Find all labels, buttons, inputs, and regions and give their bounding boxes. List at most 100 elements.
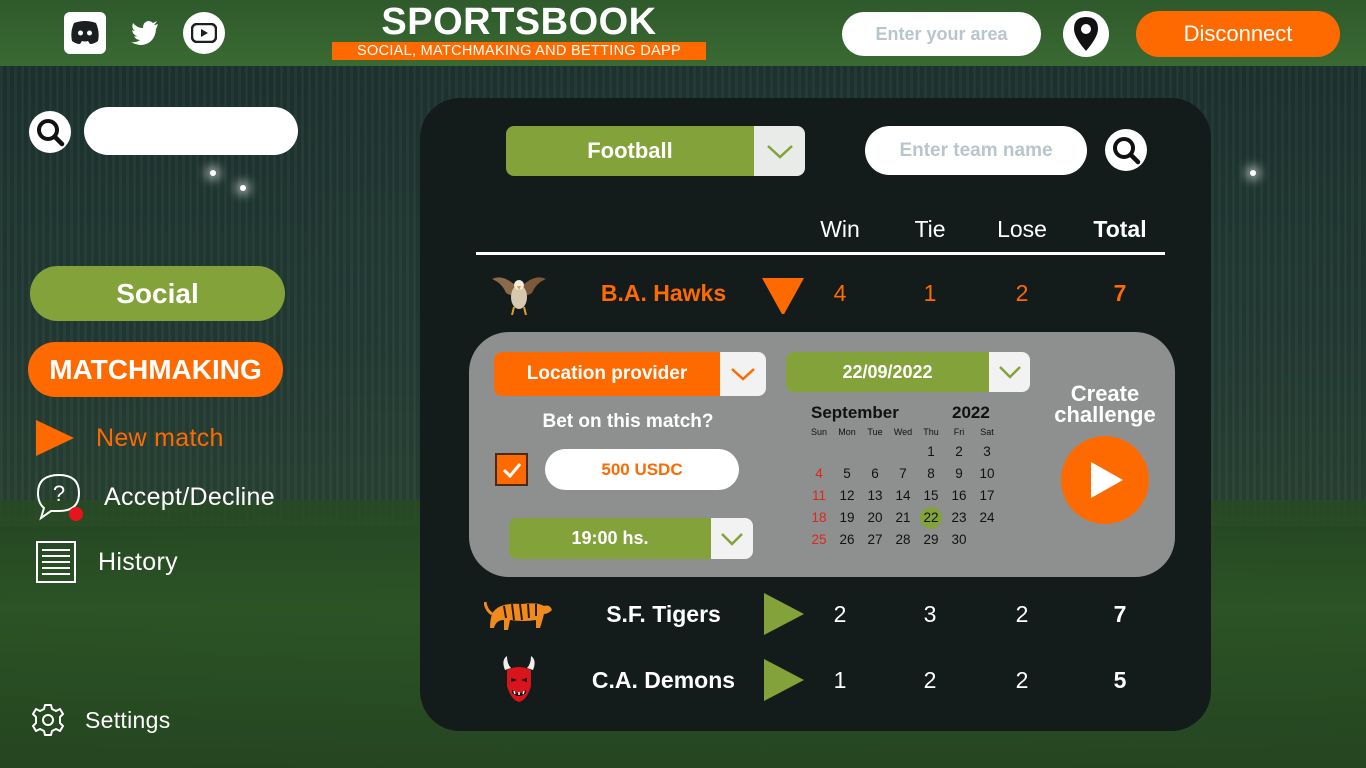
table-row[interactable]: C.A. Demons 1 2 2 5	[476, 655, 1165, 705]
team-name[interactable]: B.A. Hawks	[566, 268, 761, 318]
calendar-year: 2022	[952, 403, 990, 422]
chevron-down-icon[interactable]	[754, 126, 805, 176]
calendar-day[interactable]: 29	[917, 529, 945, 551]
check-icon	[502, 462, 521, 478]
settings-button[interactable]: Settings	[31, 703, 171, 737]
sidebar-item-label: History	[98, 547, 178, 576]
calendar-day[interactable]: 5	[833, 463, 861, 485]
win-count: 4	[833, 280, 847, 306]
calendar-week: 25 26 27 28 29 30	[805, 529, 1002, 551]
brand-subtitle: SOCIAL, MATCHMAKING AND BETTING DAPP	[332, 42, 706, 60]
calendar-day[interactable]: 21	[889, 507, 917, 529]
lose-count: 2	[1015, 601, 1029, 627]
discord-icon[interactable]	[64, 12, 106, 54]
sidebar-search-input[interactable]	[84, 107, 298, 155]
calendar-day[interactable]: 9	[945, 463, 973, 485]
calendar-day[interactable]: 14	[889, 485, 917, 507]
calendar-day[interactable]: 7	[889, 463, 917, 485]
youtube-icon[interactable]	[183, 12, 225, 54]
calendar-day[interactable]: 30	[945, 529, 973, 551]
lose-count: 2	[1015, 280, 1029, 306]
chevron-down-icon[interactable]	[989, 352, 1030, 392]
demon-logo	[484, 655, 554, 705]
calendar-day[interactable]: 20	[861, 507, 889, 529]
chevron-down-icon[interactable]	[711, 518, 753, 559]
calendar-week: 18 19 20 21 22 23 24	[805, 507, 1002, 529]
calendar-day	[889, 441, 917, 463]
calendar-day	[805, 441, 833, 463]
chevron-down-icon[interactable]	[720, 352, 766, 396]
calendar-day[interactable]: 10	[973, 463, 1001, 485]
twitter-icon[interactable]	[128, 12, 162, 54]
calendar-day[interactable]: 3	[973, 441, 1001, 463]
question-bubble-icon: ?	[36, 473, 83, 521]
time-select[interactable]: 19:00 hs.	[509, 518, 753, 559]
table-divider	[476, 252, 1165, 255]
calendar-day[interactable]: 4	[805, 463, 833, 485]
team-name[interactable]: S.F. Tigers	[566, 589, 761, 639]
bet-amount-input[interactable]: 500 USDC	[545, 449, 739, 490]
create-challenge-button[interactable]	[1061, 436, 1149, 524]
calendar-day[interactable]: 6	[861, 463, 889, 485]
calendar-weekday: Sun	[810, 427, 827, 437]
search-icon[interactable]	[1105, 129, 1147, 171]
calendar-day	[861, 441, 889, 463]
hawk-logo	[484, 268, 554, 318]
calendar-week: 4 5 6 7 8 9 10	[805, 463, 1002, 485]
total-count: 7	[1113, 601, 1127, 627]
calendar-day[interactable]: 15	[917, 485, 945, 507]
sidebar-item-accept-decline[interactable]: ? Accept/Decline	[34, 472, 275, 522]
calendar-day[interactable]: 13	[861, 485, 889, 507]
calendar-day[interactable]: 11	[805, 485, 833, 507]
svg-text:?: ?	[53, 481, 65, 506]
tie-count: 3	[923, 601, 937, 627]
calendar-day[interactable]: 23	[945, 507, 973, 529]
tiger-logo	[484, 589, 554, 639]
sidebar-item-history[interactable]: History	[34, 540, 178, 584]
bet-checkbox[interactable]	[495, 453, 528, 486]
calendar-day[interactable]: 12	[833, 485, 861, 507]
location-provider-value: Location provider	[494, 352, 720, 396]
calendar-day[interactable]: 2	[945, 441, 973, 463]
column-header-total: Total	[1093, 216, 1147, 242]
matchmaking-button[interactable]: MATCHMAKING	[28, 342, 283, 397]
search-icon[interactable]	[29, 111, 71, 153]
calendar-day[interactable]: 27	[861, 529, 889, 551]
calendar-day[interactable]: 17	[973, 485, 1001, 507]
sidebar-item-new-match[interactable]: New match	[34, 418, 224, 458]
lose-count: 2	[1015, 667, 1029, 693]
table-row[interactable]: S.F. Tigers 2 3 2 7	[476, 589, 1165, 639]
calendar-weekday: Mon	[838, 427, 856, 437]
calendar-day[interactable]: 8	[917, 463, 945, 485]
map-pin-icon[interactable]	[1063, 11, 1109, 57]
column-header-lose: Lose	[997, 216, 1047, 242]
calendar-day[interactable]: 25	[805, 529, 833, 551]
calendar-week: 11 12 13 14 15 16 17	[805, 485, 1002, 507]
disconnect-button[interactable]: Disconnect	[1136, 11, 1340, 57]
area-input[interactable]	[842, 12, 1041, 56]
win-count: 1	[833, 667, 847, 693]
calendar-day[interactable]: 18	[805, 507, 833, 529]
team-search-input[interactable]	[865, 126, 1087, 175]
column-header-tie: Tie	[914, 216, 946, 242]
calendar-day[interactable]: 28	[889, 529, 917, 551]
settings-label: Settings	[85, 706, 171, 733]
calendar-grid: Sun Mon Tue Wed Thu Fri Sat 1 2 3 4 5 6 7 8 9 10 11 12 13 1…	[805, 427, 1002, 551]
team-name[interactable]: C.A. Demons	[566, 655, 761, 705]
calendar-weekday: Wed	[893, 427, 913, 437]
play-triangle-icon	[36, 420, 74, 456]
location-provider-select[interactable]: Location provider	[494, 352, 766, 396]
calendar-day[interactable]: 22	[917, 507, 945, 529]
calendar-day[interactable]: 16	[945, 485, 973, 507]
calendar-week: 123	[805, 441, 1002, 463]
calendar-day[interactable]: 24	[973, 507, 1001, 529]
calendar-weekday: Thu	[923, 427, 939, 437]
calendar-day[interactable]: 19	[833, 507, 861, 529]
table-row[interactable]: B.A. Hawks 4 1 2 7	[476, 268, 1165, 318]
date-select[interactable]: 22/09/2022	[786, 352, 1030, 392]
social-button[interactable]: Social	[30, 266, 285, 321]
calendar-day[interactable]: 26	[833, 529, 861, 551]
sport-select[interactable]: Football	[506, 126, 805, 176]
calendar-weekdays: Sun Mon Tue Wed Thu Fri Sat	[805, 427, 1002, 441]
calendar-day[interactable]: 1	[917, 441, 945, 463]
